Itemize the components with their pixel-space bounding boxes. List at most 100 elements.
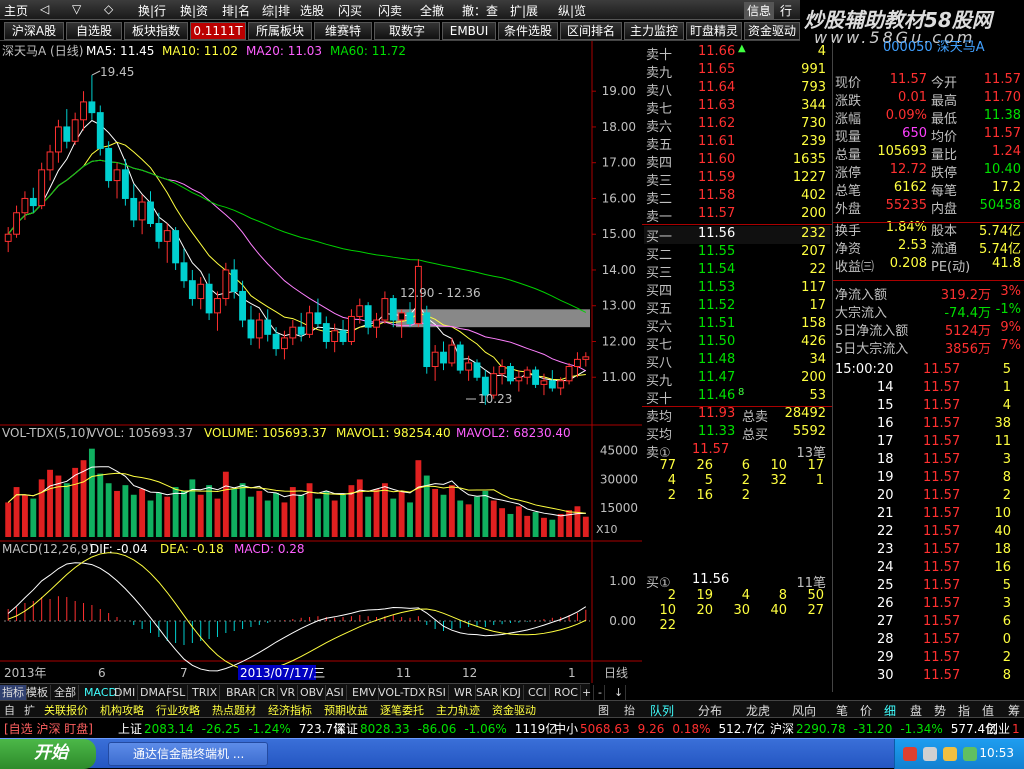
tick-price: 11.57: [923, 380, 961, 395]
flow-value: 3856万: [944, 342, 991, 357]
menu-item-0[interactable]: 主页: [4, 2, 28, 19]
info-tab-10[interactable]: 资金驱动: [492, 702, 536, 718]
menu-item-1[interactable]: ◁: [40, 2, 49, 16]
toolbar-button-9[interactable]: 区间排名: [560, 22, 622, 40]
volume-bar: [206, 485, 213, 537]
volume-bar: [515, 506, 522, 537]
summary-label: 总卖: [742, 410, 769, 425]
toolbar-button-11[interactable]: 盯盘精灵: [686, 22, 742, 40]
tray-app-icon[interactable]: [903, 747, 917, 761]
indicator-tab-1[interactable]: 模板: [24, 685, 51, 700]
toolbar-button-6[interactable]: 取数字: [374, 22, 440, 40]
indicator-tab-15[interactable]: RSI: [426, 685, 449, 700]
indicator-tab-18[interactable]: KDJ: [500, 685, 524, 700]
level-volume: 793: [801, 80, 826, 95]
index-change: -31.20: [853, 722, 893, 736]
toolbar-button-8[interactable]: 条件选股: [498, 22, 558, 40]
index-quote[interactable]: 沪深 2290.78 -31.20 -1.34% 577.4亿: [770, 720, 997, 737]
level-label: 卖四: [646, 156, 673, 171]
toolbar-button-0[interactable]: 沪深A股: [4, 22, 64, 40]
info-tab-11[interactable]: 图: [598, 702, 609, 718]
flow-label: 净流入额: [835, 288, 888, 303]
indicator-tab-12[interactable]: ASI: [324, 685, 347, 700]
menu-item-3[interactable]: ◇: [104, 2, 113, 16]
volume-bar: [298, 494, 305, 537]
info-tab-5[interactable]: 热点题材: [212, 702, 256, 718]
toolbar-button-5[interactable]: 维赛特: [314, 22, 372, 40]
indicator-tab-21[interactable]: +: [580, 685, 595, 700]
indicator-tab-9[interactable]: CR: [258, 685, 279, 700]
indicator-tab-14[interactable]: VOL-TDX: [376, 685, 429, 700]
menu-item-15[interactable]: 信息: [744, 2, 775, 19]
info-tab-2[interactable]: 关联报价: [44, 702, 88, 718]
watchlist-label[interactable]: [自选 沪深 盯盘]: [4, 720, 93, 737]
start-button[interactable]: 开始: [0, 739, 96, 769]
info-tab-12[interactable]: 抬: [624, 702, 635, 718]
queue-cell: 2: [741, 488, 750, 503]
index-quote[interactable]: 深证 8028.33 -86.06 -1.06% 1119亿: [334, 720, 557, 737]
level-volume: 402: [801, 188, 826, 203]
indicator-tab-10[interactable]: VR: [278, 685, 299, 700]
indicator-tab-8[interactable]: BRAR: [224, 685, 259, 700]
menu-item-8[interactable]: 选股: [300, 2, 324, 19]
menu-item-7[interactable]: 综|排: [262, 2, 290, 19]
menu-item-2[interactable]: ▽: [72, 2, 81, 16]
menu-item-10[interactable]: 闪卖: [378, 2, 402, 19]
indicator-tab-22[interactable]: -: [596, 685, 605, 700]
indicator-tab-13[interactable]: EMV: [350, 685, 379, 700]
queue-cell: 4: [741, 588, 750, 603]
index-quote[interactable]: 上证 2083.14 -26.25 -1.24% 723.7亿: [118, 720, 345, 737]
toolbar-button-4[interactable]: 所属板块: [248, 22, 312, 40]
index-quote[interactable]: 中小 5068.63 9.26 0.18% 512.7亿: [554, 720, 765, 737]
indicator-tab-17[interactable]: SAR: [474, 685, 502, 700]
indicator-tab-0[interactable]: 指标: [0, 685, 27, 700]
indicator-tab-19[interactable]: CCI: [526, 685, 550, 700]
menu-item-11[interactable]: 全撤: [420, 2, 444, 19]
menu-item-4[interactable]: 换|行: [138, 2, 166, 19]
toolbar-button-7[interactable]: EMBUI: [442, 22, 496, 40]
toolbar-button-1[interactable]: 自选股: [66, 22, 122, 40]
info-tab-1[interactable]: 扩: [24, 702, 35, 718]
menu-item-14[interactable]: 纵|览: [558, 2, 586, 19]
security-icon[interactable]: [963, 747, 977, 761]
indicator-tab-23[interactable]: ↓: [612, 685, 627, 700]
candle: [105, 141, 113, 188]
volume-bar: [331, 500, 338, 537]
info-tab-0[interactable]: 自: [4, 702, 15, 718]
tick-price: 11.57: [923, 632, 961, 647]
menu-item-13[interactable]: 扩|展: [510, 2, 538, 19]
indicator-tab-2[interactable]: 全部: [52, 685, 79, 700]
order-book-row: 买十 11.46 53 8: [644, 387, 830, 407]
tick-volume: 4: [1002, 398, 1011, 413]
info-tab-7[interactable]: 预期收益: [324, 702, 368, 718]
toolbar-button-2[interactable]: 板块指数: [124, 22, 188, 40]
menu-item-5[interactable]: 换|资: [180, 2, 208, 19]
toolbar-button-3[interactable]: 0.1111T: [190, 22, 246, 40]
info-tab-6[interactable]: 经济指标: [268, 702, 312, 718]
toolbar-button-10[interactable]: 主力监控: [624, 22, 684, 40]
candle-body: [96, 112, 104, 149]
menu-item-12[interactable]: 撤：查: [462, 2, 498, 19]
info-tab-9[interactable]: 主力轨迹: [436, 702, 480, 718]
info-tab-3[interactable]: 机构攻略: [100, 702, 144, 718]
info-tab-8[interactable]: 逐笔委托: [380, 702, 424, 718]
queue-cell: 26: [696, 458, 713, 473]
menu-item-9[interactable]: 闪买: [338, 2, 362, 19]
index-quote[interactable]: 创业 1: [986, 720, 1024, 737]
indicator-tab-6[interactable]: FSL: [164, 685, 189, 700]
taskbar-app-button[interactable]: 通达信金融终端机 ...: [108, 742, 268, 766]
network-icon[interactable]: [923, 747, 937, 761]
indicator-tab-7[interactable]: TRIX: [190, 685, 221, 700]
volume-bar: [172, 487, 179, 537]
toolbar-button-12[interactable]: 资金驱动: [744, 22, 800, 40]
menu-item-6[interactable]: 排|名: [222, 2, 250, 19]
info-tab-4[interactable]: 行业攻略: [156, 702, 200, 718]
menu-item-16[interactable]: 行: [780, 2, 792, 19]
indicator-tab-16[interactable]: WR: [452, 685, 476, 700]
volume-icon[interactable]: [943, 747, 957, 761]
indicator-tab-20[interactable]: ROC: [552, 685, 581, 700]
queue-cell: 1: [815, 473, 824, 488]
candle-body: [314, 312, 322, 325]
indicator-tab-4[interactable]: DMI: [112, 685, 139, 700]
indicator-tab-11[interactable]: OBV: [298, 685, 327, 700]
